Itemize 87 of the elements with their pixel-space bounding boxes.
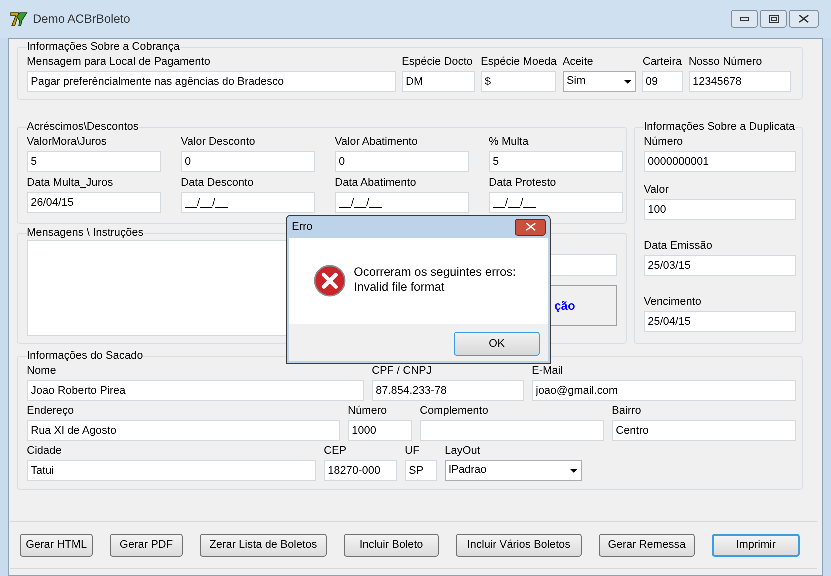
action-button[interactable]: Incluir Vários Boletos [456,534,582,556]
input-field[interactable]: 26/04/15 [27,192,161,213]
field-label: Número [644,135,684,150]
close-icon [526,223,536,231]
field-label: % Multa [489,135,530,150]
field-label: Aceite [562,55,594,70]
input-field[interactable] [420,420,604,441]
minimize-icon [740,17,749,21]
field-label: Complemento [420,404,490,419]
input-field[interactable]: __/__/__ [489,192,623,213]
error-message: Invalid file format [354,280,446,295]
field-label: Vencimento [644,295,702,310]
field-label: Bairro [612,404,642,419]
field-label: Cidade [27,444,63,459]
field-label: LayOut [445,444,482,459]
input-field[interactable]: 100 [644,199,796,220]
input-field[interactable]: 0000000001 [644,151,796,172]
input-field[interactable]: 87.854.233-78 [372,380,524,401]
input-field[interactable]: Rua XI de Agosto [27,420,340,441]
group-title: Informações Sobre a Cobrança [27,40,180,54]
app-logo-icon [10,10,29,28]
input-field[interactable]: __/__/__ [335,192,469,213]
field-label: CPF / CNPJ [372,364,433,379]
group-title: Informações Sobre a Duplicata [644,120,796,134]
group-title: Acréscimos\Descontos [27,120,139,134]
dropdown[interactable]: lPadrao [445,460,582,481]
dialog-title: Erro [292,220,313,235]
field-label: Data Protesto [489,176,558,191]
input-field[interactable]: 0 [181,151,315,172]
window-title: Demo ACBrBoleto [33,11,130,28]
field-label: ValorMora\Juros [27,135,108,150]
dropdown-caret-icon [624,80,632,84]
field-label: Mensagem para Local de Pagamento [27,55,212,70]
close-button[interactable] [789,10,819,28]
input-field[interactable]: 25/04/15 [644,311,796,332]
input-field[interactable]: Joao Roberto Pirea [27,380,364,401]
input-field[interactable]: SP [405,460,437,481]
action-button[interactable]: Gerar PDF [110,534,183,556]
group-title: Informações do Sacado [27,349,144,363]
field-label: Data Desconto [181,176,255,191]
field-label: Espécie Moeda [481,55,557,70]
input-field[interactable]: Centro [612,420,796,441]
field-label: Endereço [27,404,76,419]
group-title: Mensagens \ Instruções [27,226,144,240]
error-message: Ocorreram os seguintes erros: [354,265,516,280]
field-label: Valor Abatimento [335,135,419,150]
field-label: Data Abatimento [335,176,418,191]
close-icon [799,15,809,23]
input-field[interactable]: joao@gmail.com [532,380,796,401]
input-field[interactable]: Pagar preferêncialmente nas agências do Bradesco [27,71,396,92]
action-button[interactable]: Zerar Lista de Boletos [200,534,327,556]
field-label: Valor [644,183,670,198]
input-field[interactable]: 18270-000 [324,460,397,481]
field-label: Nome [27,364,58,379]
field-label: Espécie Docto [402,55,474,70]
input-field[interactable]: __/__/__ [181,192,315,213]
error-icon [314,265,346,297]
action-button[interactable]: Incluir Boleto [344,534,439,556]
input-field[interactable]: DM [402,71,475,92]
ok-button[interactable]: OK [454,332,540,356]
field-label: Nosso Número [688,55,764,70]
input-field[interactable]: 1000 [348,420,412,441]
action-button[interactable]: Gerar Remessa [599,534,695,556]
input-field[interactable]: 09 [642,71,683,92]
field-label: Número [348,404,388,419]
input-field[interactable]: $ [481,71,556,92]
input-field[interactable]: 5 [489,151,623,172]
field-label: CEP [324,444,348,459]
field-label: Data Multa_Juros [27,176,114,191]
dropdown-caret-icon [570,468,578,472]
close-button[interactable] [515,218,546,236]
dropdown[interactable]: Sim [562,71,636,92]
field-label: Carteira [642,55,683,70]
input-field[interactable]: 5 [27,151,161,172]
input-field[interactable]: 12345678 [688,71,791,92]
input-field[interactable]: Tatui [27,460,316,481]
field-label: UF [405,444,421,459]
field-label: Data Emissão [644,239,714,254]
input-field[interactable]: 25/03/15 [644,255,796,276]
action-button[interactable]: Gerar HTML [20,534,93,556]
field-label: Valor Desconto [181,135,256,150]
field-label: E-Mail [532,364,564,379]
maximize-icon [768,15,778,23]
minimize-button[interactable] [731,10,758,28]
maximize-button[interactable] [760,10,787,28]
input-field[interactable]: 0 [335,151,469,172]
action-button[interactable]: Imprimir [712,534,800,556]
